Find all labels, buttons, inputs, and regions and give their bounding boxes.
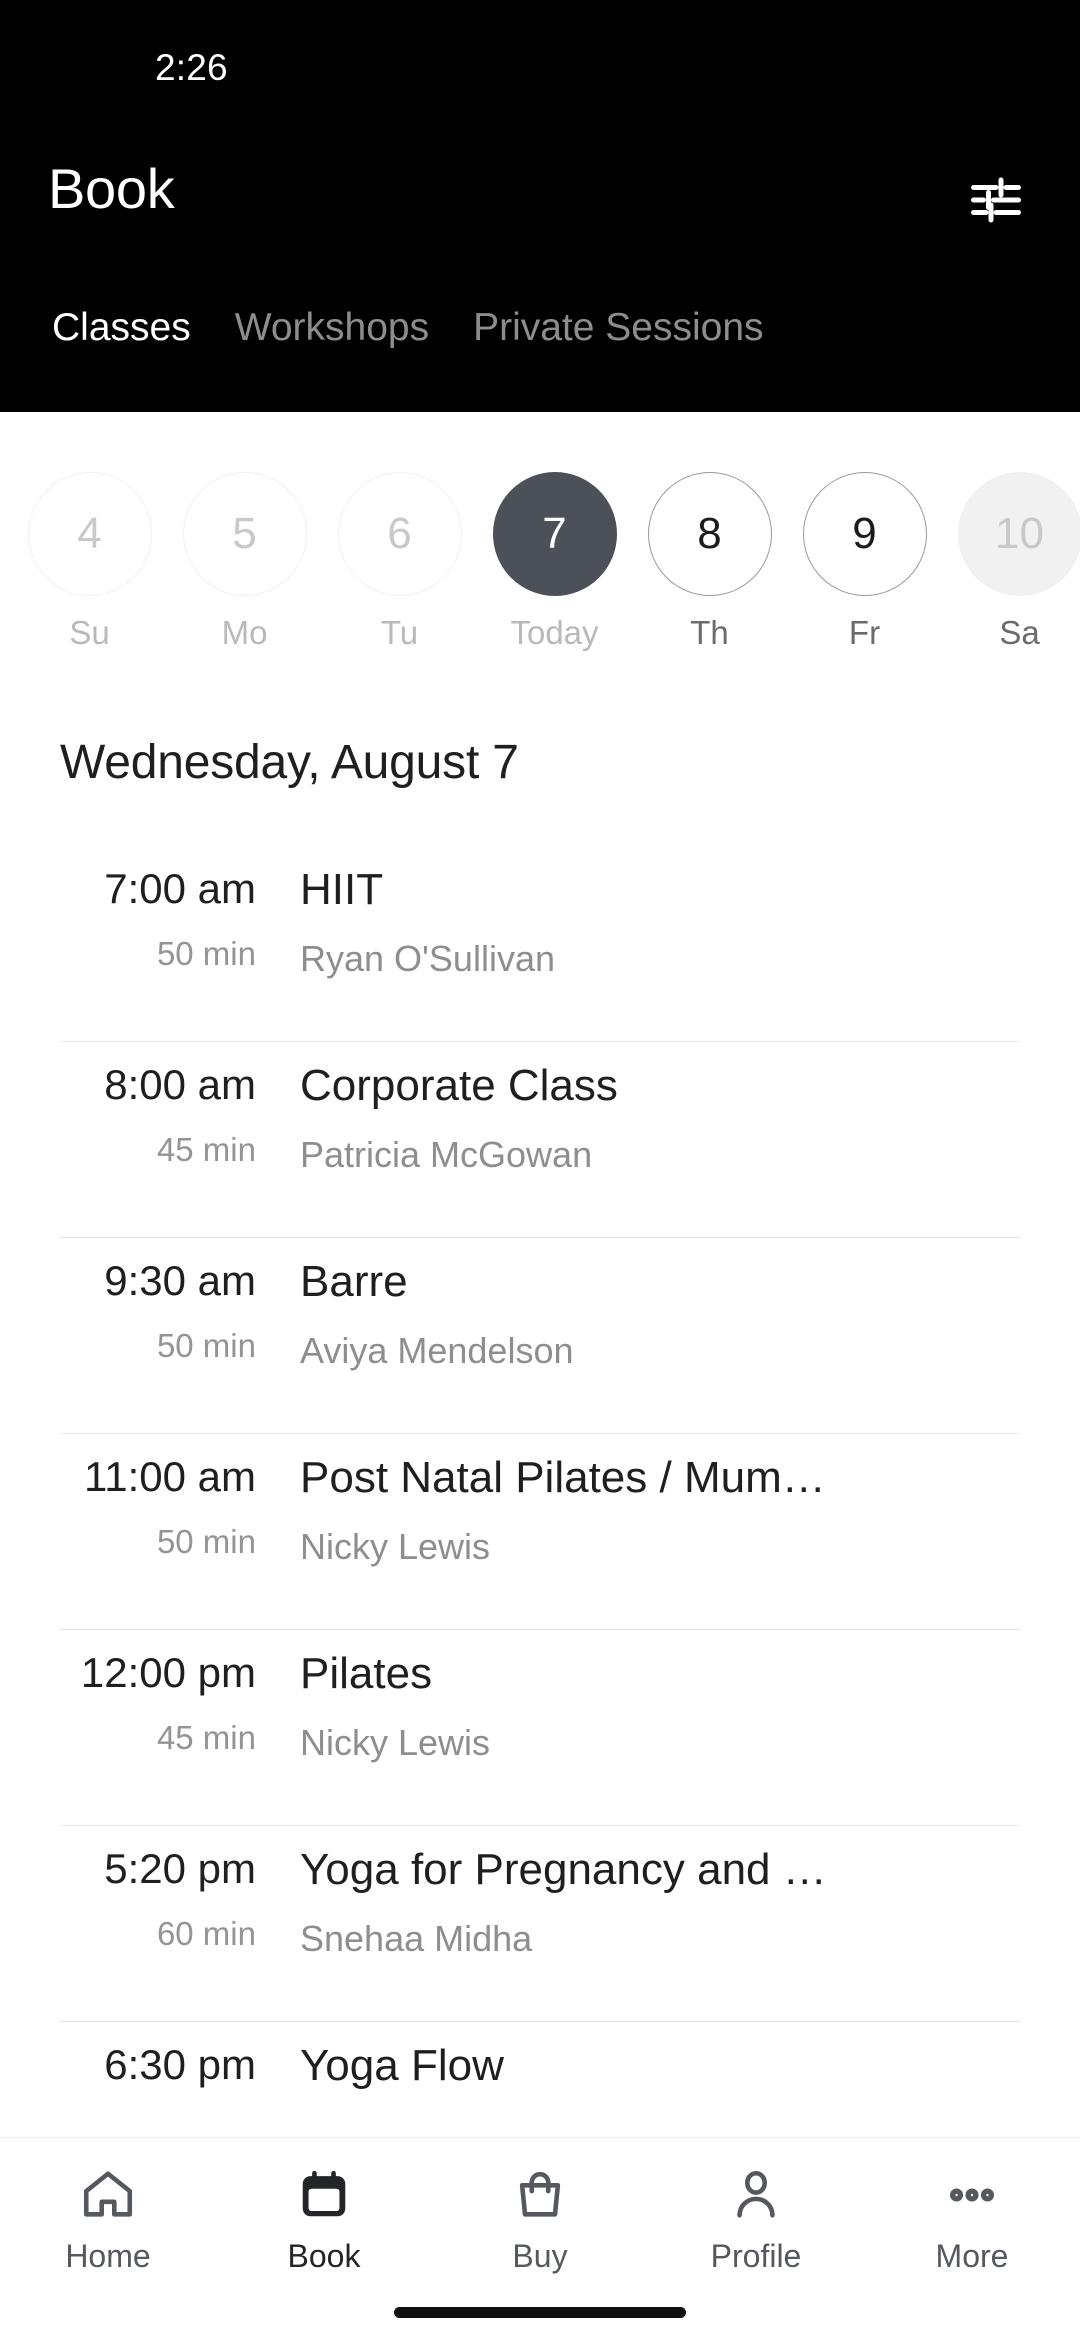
date-number-6: 6 bbox=[337, 472, 462, 596]
table-row[interactable]: 6:30 pm Yoga Flow bbox=[0, 2021, 1080, 2137]
class-list[interactable]: 7:00 am 50 min HIIT Ryan O'Sullivan 8:00… bbox=[0, 845, 1080, 2137]
row-time-block: 11:00 am 50 min bbox=[0, 1453, 300, 1561]
nav-label-book: Book bbox=[287, 2238, 361, 2274]
class-duration: 45 min bbox=[156, 1131, 256, 1169]
nav-item-more[interactable]: More bbox=[864, 2164, 1080, 2275]
class-instructor: Ryan O'Sullivan bbox=[300, 937, 555, 979]
class-instructor: Snehaa Midha bbox=[300, 1917, 533, 1959]
date-cell-9[interactable]: 9 Fr bbox=[787, 472, 942, 652]
page-title: Book bbox=[48, 157, 175, 220]
app-bar: Book bbox=[0, 118, 1080, 288]
book-screen: 2:26 Book Classes Workshops Private Sess… bbox=[0, 0, 1080, 2340]
class-time: 7:00 am bbox=[104, 865, 256, 912]
date-cell-7-today[interactable]: 7 Today bbox=[477, 472, 632, 652]
class-title: Post Natal Pilates / Mum… bbox=[300, 1453, 826, 1502]
row-time-block: 5:20 pm 60 min bbox=[0, 1845, 300, 1953]
table-row[interactable]: 12:00 pm 45 min Pilates Nicky Lewis bbox=[0, 1629, 1080, 1825]
date-cell-10[interactable]: 10 Sa bbox=[942, 472, 1080, 652]
date-cell-5[interactable]: 5 Mo bbox=[167, 472, 322, 652]
row-info-block: Yoga for Pregnancy and … Snehaa Midha bbox=[300, 1845, 1080, 1960]
app-header: 2:26 Book Classes Workshops Private Sess… bbox=[0, 0, 1080, 412]
class-duration: 50 min bbox=[156, 1523, 256, 1561]
nav-label-profile: Profile bbox=[710, 2238, 802, 2274]
row-info-block: Corporate Class Patricia McGowan bbox=[300, 1061, 1080, 1176]
date-number-5: 5 bbox=[182, 472, 307, 596]
class-time: 8:00 am bbox=[104, 1061, 256, 1108]
class-title: Corporate Class bbox=[300, 1061, 618, 1110]
date-strip[interactable]: 4 Su 5 Mo 6 Tu 7 Today 8 Th 9 Fr 10 Sa bbox=[0, 412, 1080, 672]
status-bar-time: 2:26 bbox=[155, 47, 228, 88]
home-icon bbox=[79, 2164, 137, 2226]
class-title: Yoga Flow bbox=[300, 2041, 504, 2090]
bag-icon bbox=[511, 2164, 569, 2226]
row-info-block: HIIT Ryan O'Sullivan bbox=[300, 865, 1080, 980]
home-indicator bbox=[394, 2307, 686, 2318]
class-instructor: Nicky Lewis bbox=[300, 1721, 491, 1763]
class-title: Yoga for Pregnancy and … bbox=[300, 1845, 827, 1894]
table-row[interactable]: 5:20 pm 60 min Yoga for Pregnancy and … … bbox=[0, 1825, 1080, 2021]
tab-classes[interactable]: Classes bbox=[30, 288, 213, 350]
date-number-7: 7 bbox=[492, 472, 617, 596]
person-icon bbox=[727, 2164, 785, 2226]
class-instructor: Nicky Lewis bbox=[300, 1525, 491, 1567]
date-weekday-5: Mo bbox=[221, 614, 268, 651]
table-row[interactable]: 9:30 am 50 min Barre Aviya Mendelson bbox=[0, 1237, 1080, 1433]
class-time: 12:00 pm bbox=[80, 1649, 256, 1696]
table-row[interactable]: 7:00 am 50 min HIIT Ryan O'Sullivan bbox=[0, 845, 1080, 1041]
nav-item-buy[interactable]: Buy bbox=[432, 2164, 648, 2275]
class-time: 11:00 am bbox=[84, 1453, 256, 1500]
tune-filter-icon bbox=[966, 170, 1026, 235]
class-duration: 45 min bbox=[156, 1719, 256, 1757]
date-number-8: 8 bbox=[647, 472, 772, 596]
date-weekday-10: Sa bbox=[999, 614, 1040, 651]
tab-private-sessions[interactable]: Private Sessions bbox=[451, 288, 785, 350]
nav-item-profile[interactable]: Profile bbox=[648, 2164, 864, 2275]
ellipsis-icon bbox=[943, 2164, 1001, 2226]
row-info-block: Pilates Nicky Lewis bbox=[300, 1649, 1080, 1764]
class-title: HIIT bbox=[300, 865, 384, 914]
row-time-block: 6:30 pm bbox=[0, 2041, 300, 2111]
date-number-4: 4 bbox=[27, 472, 152, 596]
row-info-block: Yoga Flow bbox=[300, 2041, 1080, 2114]
status-bar: 2:26 bbox=[0, 0, 1080, 118]
class-duration: 50 min bbox=[156, 935, 256, 973]
table-row[interactable]: 11:00 am 50 min Post Natal Pilates / Mum… bbox=[0, 1433, 1080, 1629]
row-info-block: Barre Aviya Mendelson bbox=[300, 1257, 1080, 1372]
row-time-block: 7:00 am 50 min bbox=[0, 865, 300, 973]
tab-workshops[interactable]: Workshops bbox=[213, 288, 451, 350]
tab-bar: Classes Workshops Private Sessions bbox=[0, 288, 1080, 412]
date-number-9: 9 bbox=[802, 472, 927, 596]
date-number-10: 10 bbox=[957, 472, 1080, 596]
date-weekday-6: Tu bbox=[380, 614, 419, 651]
nav-item-book[interactable]: Book bbox=[216, 2164, 432, 2275]
class-time: 9:30 am bbox=[104, 1257, 256, 1304]
class-instructor: Aviya Mendelson bbox=[300, 1329, 574, 1371]
date-weekday-4: Su bbox=[69, 614, 110, 651]
calendar-icon bbox=[295, 2164, 353, 2226]
class-time: 6:30 pm bbox=[104, 2041, 256, 2088]
date-weekday-8: Th bbox=[690, 614, 729, 651]
filter-button[interactable] bbox=[950, 156, 1042, 248]
nav-label-buy: Buy bbox=[512, 2238, 568, 2274]
class-instructor: Patricia McGowan bbox=[300, 1133, 593, 1175]
row-time-block: 9:30 am 50 min bbox=[0, 1257, 300, 1365]
row-time-block: 12:00 pm 45 min bbox=[0, 1649, 300, 1757]
class-title: Barre bbox=[300, 1257, 408, 1306]
date-cell-6[interactable]: 6 Tu bbox=[322, 472, 477, 652]
date-weekday-9: Fr bbox=[848, 614, 881, 651]
row-info-block: Post Natal Pilates / Mum… Nicky Lewis bbox=[300, 1453, 1080, 1568]
nav-label-more: More bbox=[935, 2238, 1009, 2274]
date-cell-8[interactable]: 8 Th bbox=[632, 472, 787, 652]
date-cell-4[interactable]: 4 Su bbox=[12, 472, 167, 652]
row-time-block: 8:00 am 45 min bbox=[0, 1061, 300, 1169]
date-weekday-today: Today bbox=[510, 614, 599, 651]
nav-item-home[interactable]: Home bbox=[0, 2164, 216, 2275]
class-title: Pilates bbox=[300, 1649, 433, 1698]
class-duration: 50 min bbox=[156, 1327, 256, 1365]
day-heading: Wednesday, August 7 bbox=[60, 736, 519, 789]
table-row[interactable]: 8:00 am 45 min Corporate Class Patricia … bbox=[0, 1041, 1080, 1237]
class-duration: 60 min bbox=[156, 1915, 256, 1953]
nav-label-home: Home bbox=[65, 2238, 151, 2274]
class-time: 5:20 pm bbox=[104, 1845, 256, 1892]
